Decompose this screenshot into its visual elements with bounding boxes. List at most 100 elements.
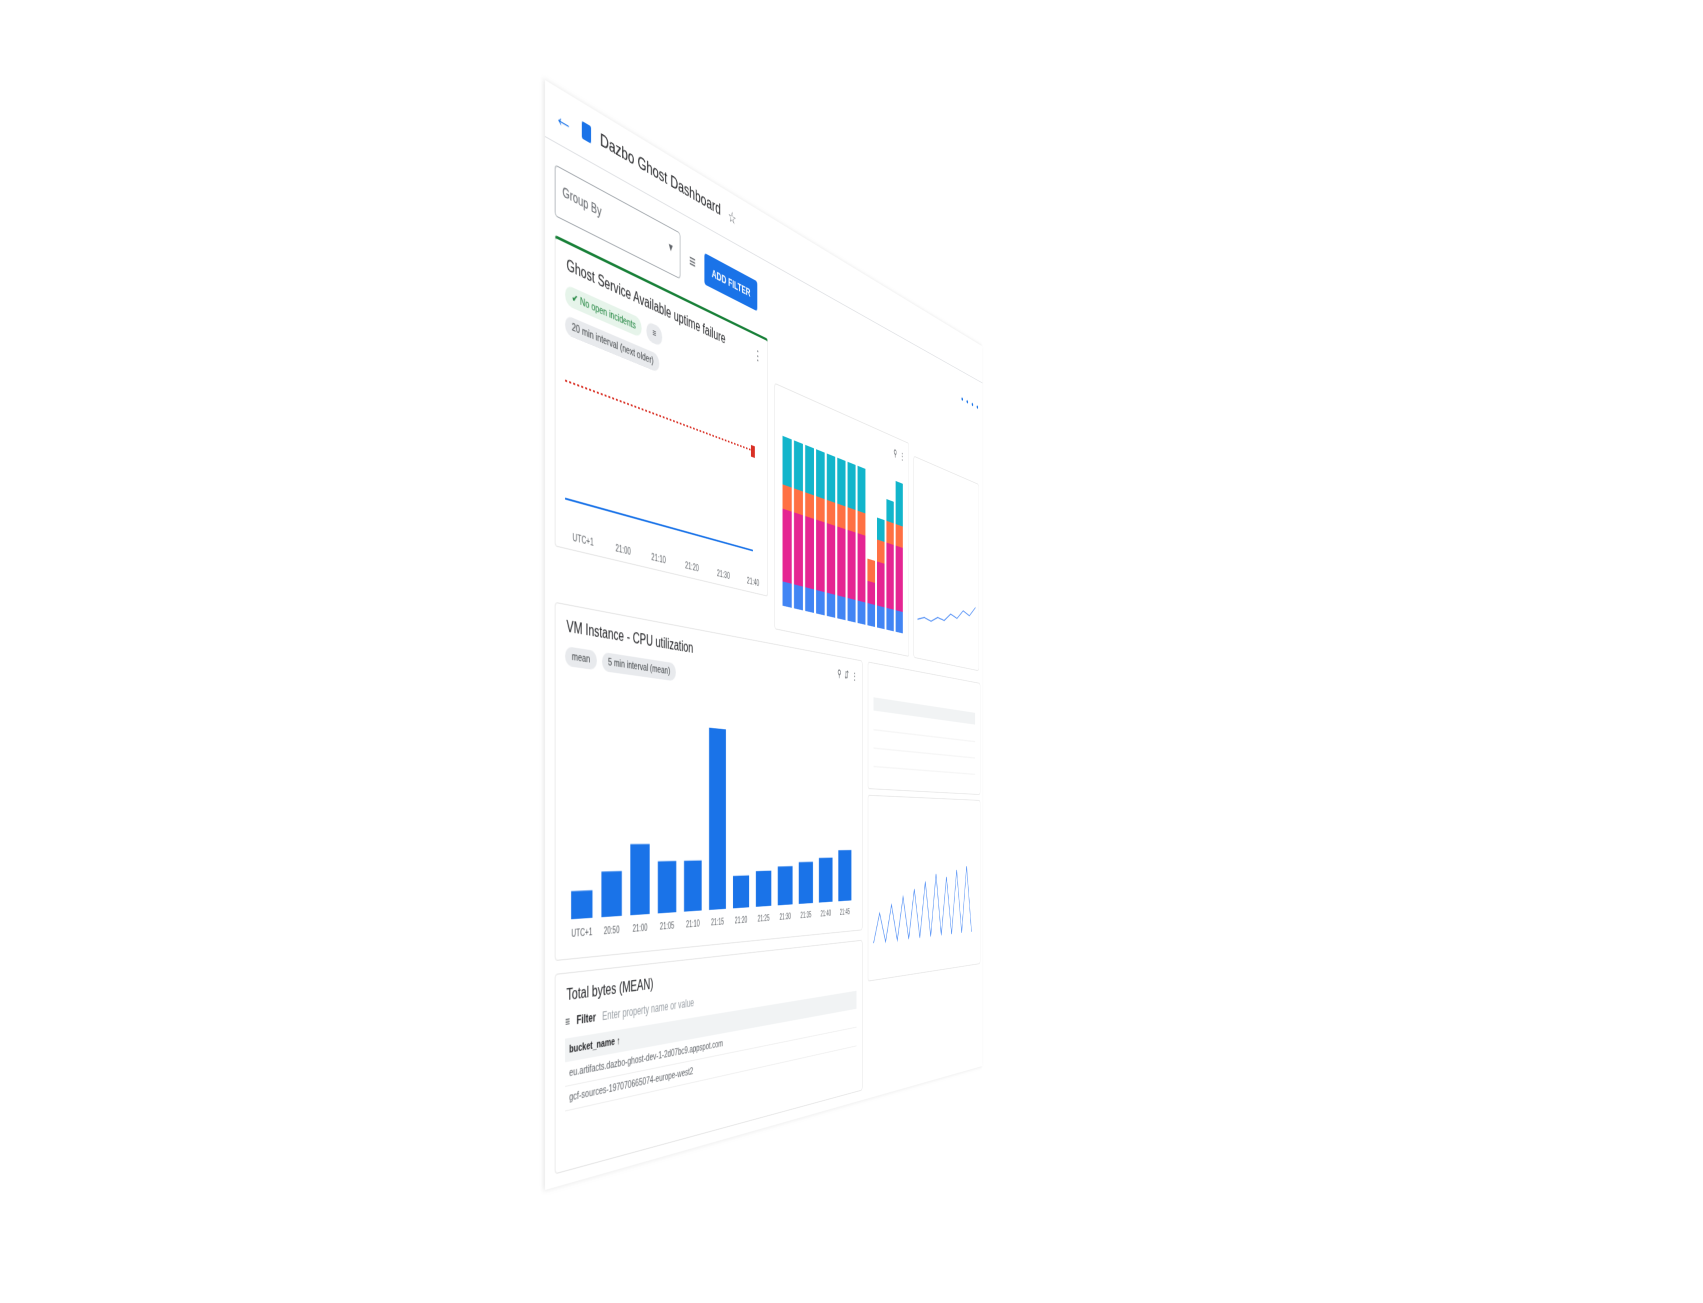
stacked-bar-segment <box>793 440 803 492</box>
dashboard-page: ← Dazbo Ghost Dashboard ☆ Group By ▼ ≡ A… <box>545 80 983 1190</box>
x-tick-label: 21:30 <box>716 569 730 582</box>
table-card <box>867 661 981 795</box>
table-placeholder <box>868 697 980 794</box>
stacked-bar-segment <box>895 545 903 613</box>
filter-icon[interactable]: ≡ <box>689 250 695 274</box>
throughput-line-chart <box>868 796 980 981</box>
stacked-bar-segment <box>782 581 792 608</box>
stacked-bar-segment <box>816 449 825 500</box>
cpu-bar <box>630 844 650 916</box>
x-tick-label: 21:45 <box>840 908 850 917</box>
stacked-bar-segment <box>886 520 894 545</box>
stacked-bar-segment <box>876 561 885 608</box>
stacked-bar-segment <box>867 603 876 628</box>
filter-list-icon[interactable]: ≡ <box>565 1014 570 1028</box>
expand-icon[interactable]: ⇵ <box>845 669 849 682</box>
x-tick-label: 21:35 <box>800 910 811 920</box>
stacked-bar-chart <box>782 435 903 634</box>
stacked-bar-segment <box>826 453 836 503</box>
chevron-down-icon: ▼ <box>667 239 675 256</box>
stacked-bar-segment <box>793 512 803 587</box>
stacked-bar-segment <box>837 526 846 598</box>
stacked-bar-segment <box>857 510 866 536</box>
stacked-bar-segment <box>826 499 836 526</box>
stacked-bar-segment <box>876 605 885 630</box>
more-vert-icon[interactable]: ⋮ <box>852 670 857 683</box>
more-vert-icon[interactable]: ⋮ <box>754 346 762 366</box>
stacked-bar-segment <box>886 607 894 632</box>
add-filter-button[interactable]: ADD FILTER <box>704 252 758 312</box>
cpu-bar <box>838 850 852 902</box>
stacked-bar-segment <box>857 600 866 625</box>
stacked-bar-segment <box>805 516 814 590</box>
interval-chip[interactable]: 5 min interval (mean) <box>601 651 676 682</box>
stacked-bar-segment <box>847 507 856 533</box>
time-option-icon[interactable]: ● <box>966 397 968 406</box>
stacked-bar-segment <box>867 558 876 583</box>
stacked-bar-segment <box>876 539 885 564</box>
cpu-bar <box>571 890 593 920</box>
stacked-bar-segment <box>805 587 814 613</box>
stacked-bar-segment <box>867 580 876 605</box>
stacked-bar-segment <box>895 524 903 548</box>
back-arrow-icon[interactable]: ← <box>555 98 573 139</box>
cpu-bar <box>709 727 726 910</box>
x-tick-label: UTC+1 <box>571 927 593 940</box>
stacked-bar-segment <box>816 589 825 616</box>
time-option-icon[interactable]: ● <box>976 403 978 412</box>
stacked-bar-segment <box>837 457 846 507</box>
stacked-bar-segment <box>895 480 903 527</box>
stacked-bar-segment <box>793 488 803 516</box>
x-tick-label: 21:10 <box>651 552 666 567</box>
cpu-bar <box>798 861 813 904</box>
stacked-bar-segment <box>826 523 836 595</box>
cpu-bar <box>684 860 702 912</box>
stacked-bar-segment <box>837 503 846 530</box>
x-tick-label: 21:40 <box>821 909 832 919</box>
time-option-icon[interactable]: ● <box>971 400 973 409</box>
x-tick-label: 21:40 <box>746 576 760 589</box>
cpu-card: VM Instance - CPU utilization mean 5 min… <box>554 601 863 962</box>
x-tick-label: 21:15 <box>711 917 724 928</box>
throughput-card <box>867 794 981 982</box>
x-tick-label: 20:50 <box>604 925 620 937</box>
search-icon[interactable]: ⚲ <box>837 667 841 680</box>
stacked-bar-segment <box>805 444 814 496</box>
stacked-bar-segment <box>895 610 903 634</box>
stacked-bar-segment <box>782 508 792 584</box>
x-tick-label: 21:25 <box>758 913 770 923</box>
filter-label[interactable]: Filter <box>577 1011 596 1027</box>
x-tick-label: 21:20 <box>735 915 748 925</box>
x-tick-label: 21:00 <box>633 923 648 935</box>
stacked-bar-segment <box>805 492 814 519</box>
x-tick-label: 21:00 <box>615 543 631 558</box>
x-tick-label: 21:30 <box>779 912 791 922</box>
dashboard-icon <box>581 120 592 144</box>
star-icon[interactable]: ☆ <box>728 206 736 229</box>
cpu-bar <box>777 866 793 906</box>
stacked-bar-segment <box>793 584 803 611</box>
stacked-bar-segment <box>826 592 836 618</box>
time-option-icon[interactable]: ● <box>961 395 963 404</box>
x-tick-label: UTC+1 <box>572 532 594 549</box>
stacked-bar-segment <box>847 529 856 601</box>
filter-chip-icon[interactable]: ≡ <box>646 320 663 347</box>
stacked-bar-segment <box>837 595 846 621</box>
stacked-bar-segment <box>876 517 885 542</box>
x-tick-label: 21:20 <box>685 561 699 575</box>
small-line-chart <box>914 457 978 671</box>
stacked-bar-segment <box>857 465 866 514</box>
cpu-bar <box>755 870 772 907</box>
stacked-bar-segment <box>886 542 894 610</box>
total-bytes-card: Total bytes (MEAN) ≡ Filter Enter proper… <box>554 939 863 1175</box>
aggregation-chip[interactable]: mean <box>565 646 597 671</box>
stacked-bar-segment <box>782 435 792 488</box>
cpu-bar <box>732 875 750 909</box>
stacked-bar-segment <box>886 499 894 524</box>
small-line-card <box>913 455 979 672</box>
stacked-bar-segment <box>847 597 856 623</box>
x-tick-label: 21:05 <box>660 921 675 932</box>
stacked-bar-segment <box>782 484 792 512</box>
cpu-bar <box>601 871 622 918</box>
cpu-bar <box>818 857 833 903</box>
